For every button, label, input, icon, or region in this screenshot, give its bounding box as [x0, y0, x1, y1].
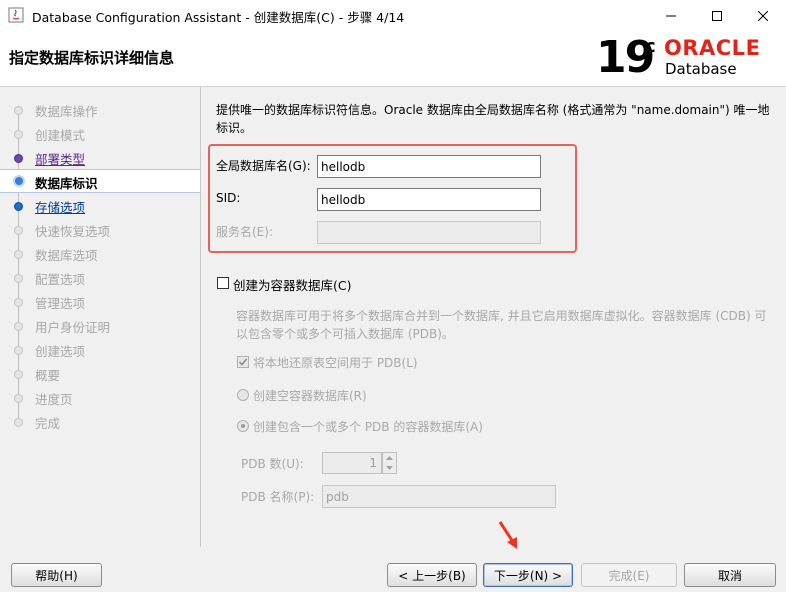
nav-step-item[interactable]: 部署类型: [0, 146, 200, 168]
step-indicator-icon: [14, 346, 23, 355]
help-button[interactable]: 帮助(H): [11, 563, 102, 587]
step-indicator-icon: [13, 175, 25, 187]
wizard-step-nav: 数据库操作创建模式部署类型数据库标识存储选项快速恢复选项 数据库选项配置选项管理选…: [0, 87, 200, 547]
service-name-label: 服务名(E):: [216, 225, 273, 239]
local-undo-label: 将本地还原表空间用于 PDB(L): [253, 356, 418, 370]
annotation-arrow-icon: [498, 521, 517, 549]
nav-step-item: 进度页: [0, 386, 200, 408]
nav-step-label: 存储选项: [35, 200, 86, 215]
nav-divider: [200, 87, 201, 547]
with-pdb-radio[interactable]: [237, 420, 249, 432]
cancel-button[interactable]: 取消: [684, 563, 776, 587]
step-indicator-icon: [14, 250, 23, 259]
step-indicator-icon: [14, 394, 23, 403]
nav-step-item[interactable]: 存储选项: [0, 194, 200, 216]
back-button[interactable]: < 上一步(B): [387, 563, 477, 587]
step-indicator-icon: [14, 202, 23, 211]
nav-step-item: 配置选项: [0, 266, 200, 288]
nav-step-label: 创建选项: [35, 344, 86, 359]
nav-step-label: 进度页: [35, 392, 73, 407]
step-indicator-icon: [14, 130, 23, 139]
nav-step-label: 概要: [35, 368, 61, 383]
nav-step-item: 管理选项: [0, 290, 200, 312]
next-button[interactable]: 下一步(N) >: [483, 563, 573, 587]
local-undo-checkbox[interactable]: [237, 356, 249, 368]
step-indicator-icon: [14, 226, 23, 235]
close-button[interactable]: [740, 0, 786, 31]
window-title: Database Configuration Assistant - 创建数据库…: [32, 10, 405, 25]
nav-step-label: 快速恢复选项: [35, 224, 111, 239]
java-app-icon: [8, 7, 24, 23]
oracle-logo: ORACLE: [664, 36, 761, 60]
nav-step-label: 数据库选项: [35, 248, 98, 263]
nav-step-label: 数据库标识: [35, 176, 98, 191]
nav-step-label: 配置选项: [35, 272, 86, 287]
step-indicator-icon: [14, 322, 23, 331]
container-db-checkbox[interactable]: [217, 277, 229, 289]
step-indicator-icon: [14, 298, 23, 307]
nav-step-item: 数据库操作: [0, 98, 200, 120]
step-indicator-icon: [14, 106, 23, 115]
nav-step-item: 用户身份证明: [0, 314, 200, 336]
nav-step-label: 部署类型: [35, 152, 86, 167]
nav-step-label: 创建模式: [35, 128, 86, 143]
sid-input[interactable]: [317, 188, 541, 211]
nav-step-item: 概要: [0, 362, 200, 384]
page-title: 指定数据库标识详细信息: [9, 49, 175, 67]
finish-button[interactable]: 完成(E): [581, 563, 677, 587]
nav-step-item: 创建选项: [0, 338, 200, 360]
global-db-name-label: 全局数据库名(G):: [216, 159, 311, 173]
empty-cdb-label: 创建空容器数据库(R): [253, 389, 367, 403]
spin-down-icon[interactable]: [383, 463, 396, 473]
pdb-count-stepper[interactable]: [382, 452, 397, 474]
oracle-logo-product: Database: [665, 60, 737, 78]
empty-cdb-radio[interactable]: [237, 389, 249, 401]
step-indicator-icon: [14, 274, 23, 283]
container-db-label: 创建为容器数据库(C): [233, 278, 352, 293]
sid-label: SID:: [216, 191, 241, 205]
step-indicator-icon: [14, 418, 23, 427]
step-indicator-icon: [14, 370, 23, 379]
nav-step-item: 完成: [0, 410, 200, 432]
nav-step-item: 数据库标识: [0, 169, 200, 193]
spin-up-icon[interactable]: [383, 453, 396, 463]
pdb-name-input[interactable]: [322, 485, 556, 508]
pdb-count-input[interactable]: 1: [322, 452, 382, 474]
nav-step-item: 创建模式: [0, 122, 200, 144]
nav-step-item: 数据库选项: [0, 242, 200, 264]
nav-step-item: 快速恢复选项: [0, 218, 200, 240]
oracle-19c-logo-suffix: c: [645, 36, 656, 57]
nav-step-label: 完成: [35, 416, 61, 431]
nav-step-label: 数据库操作: [35, 104, 98, 119]
with-pdb-label: 创建包含一个或多个 PDB 的容器数据库(A): [253, 420, 483, 434]
pdb-count-label: PDB 数(U):: [241, 457, 304, 471]
minimize-button[interactable]: [648, 0, 694, 31]
radio-selected-dot: [241, 424, 245, 428]
checkmark-icon: [238, 358, 248, 366]
maximize-button[interactable]: [694, 0, 740, 31]
nav-step-label: 管理选项: [35, 296, 86, 311]
container-db-description: 容器数据库可用于将多个数据库合并到一个数据库, 并且它启用数据库虚拟化。容器数据…: [236, 309, 767, 341]
pdb-name-label: PDB 名称(P):: [241, 490, 315, 504]
step-indicator-icon: [14, 154, 23, 163]
page-description: 提供唯一的数据库标识符信息。Oracle 数据库由全局数据库名称 (格式通常为 …: [216, 103, 770, 135]
nav-step-label: 用户身份证明: [35, 320, 111, 335]
service-name-input[interactable]: [317, 221, 541, 244]
global-db-name-input[interactable]: [317, 155, 541, 178]
